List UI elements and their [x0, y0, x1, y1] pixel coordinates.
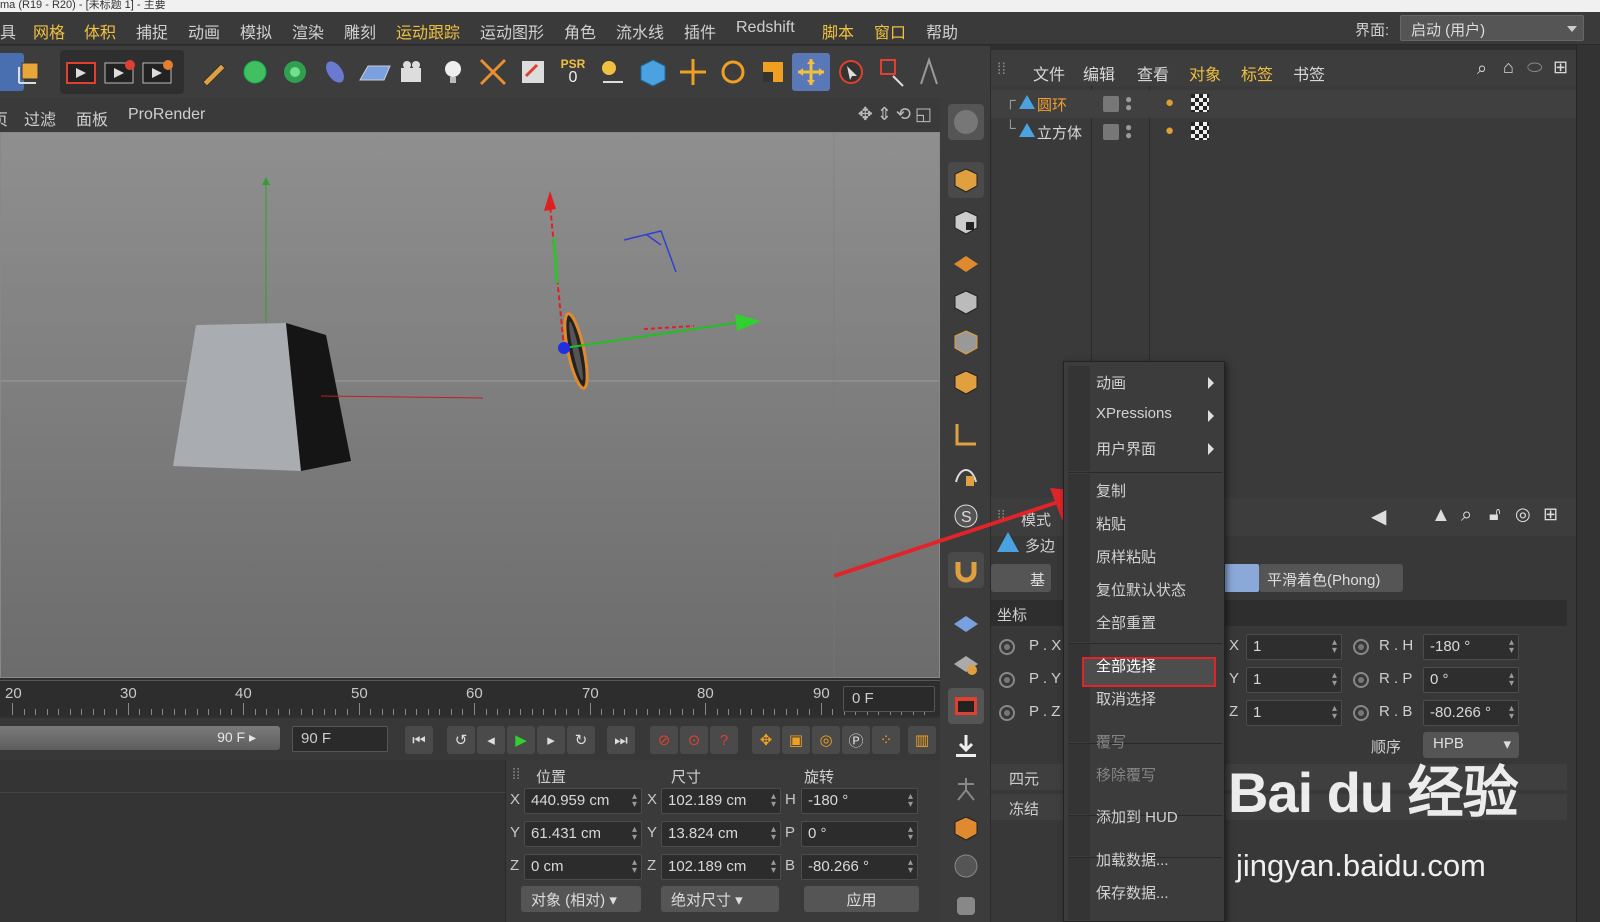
menu-item-label: 保存数据...	[1096, 885, 1169, 902]
menu-item-paste[interactable]: 粘贴	[1096, 508, 1220, 538]
menu-item-deselect[interactable]: 取消选择	[1096, 683, 1220, 713]
menu-item-save-data[interactable]: 保存数据...	[1096, 877, 1220, 907]
menu-item-xpressions[interactable]: XPressions	[1096, 400, 1220, 430]
menu-item-label: 复位默认状态	[1096, 582, 1187, 599]
menu-item-override[interactable]: 覆写	[1096, 726, 1220, 756]
submenu-arrow-icon	[1208, 377, 1214, 389]
menu-item-label: 用户界面	[1096, 441, 1157, 458]
menu-item-label: 移除覆写	[1096, 767, 1157, 784]
annotation-arrow-shaft	[833, 500, 1059, 578]
annotation-arrow-layer	[833, 488, 1090, 578]
submenu-arrow-icon	[1208, 410, 1214, 422]
menu-item-user-interface[interactable]: 用户界面	[1096, 433, 1220, 463]
menu-item-remove-override[interactable]: 移除覆写	[1096, 759, 1220, 789]
menu-item-label: 动画	[1096, 375, 1127, 392]
menu-item-paste-as-is[interactable]: 原样粘贴	[1096, 541, 1220, 571]
menu-item-label: 全部选择	[1096, 658, 1157, 675]
menu-item-reset-all[interactable]: 全部重置	[1096, 607, 1220, 637]
menu-item-add-to-hud[interactable]: 添加到 HUD	[1096, 801, 1220, 831]
submenu-arrow-icon	[1208, 443, 1214, 455]
menu-item-load-data[interactable]: 加载数据...	[1096, 844, 1220, 874]
menu-item-label: 复制	[1096, 483, 1127, 500]
context-menu: 动画 XPressions 用户界面 复制 粘贴 原样粘贴 复位默认状态 全部重…	[1063, 361, 1225, 922]
menu-item-select-all[interactable]: 全部选择	[1096, 650, 1220, 680]
menu-item-label: 取消选择	[1096, 691, 1157, 708]
menu-item-copy[interactable]: 复制	[1096, 475, 1220, 505]
menu-item-label: 添加到 HUD	[1096, 809, 1178, 826]
menu-item-label: 粘贴	[1096, 516, 1127, 533]
menu-item-label: XPressions	[1096, 405, 1172, 422]
menu-item-label: 原样粘贴	[1096, 549, 1157, 566]
menu-item-label: 加载数据...	[1096, 852, 1169, 869]
menu-item-animation[interactable]: 动画	[1096, 367, 1220, 397]
menu-item-reset-default[interactable]: 复位默认状态	[1096, 574, 1220, 604]
menu-item-label: 覆写	[1096, 734, 1127, 751]
menu-item-label: 全部重置	[1096, 615, 1157, 632]
